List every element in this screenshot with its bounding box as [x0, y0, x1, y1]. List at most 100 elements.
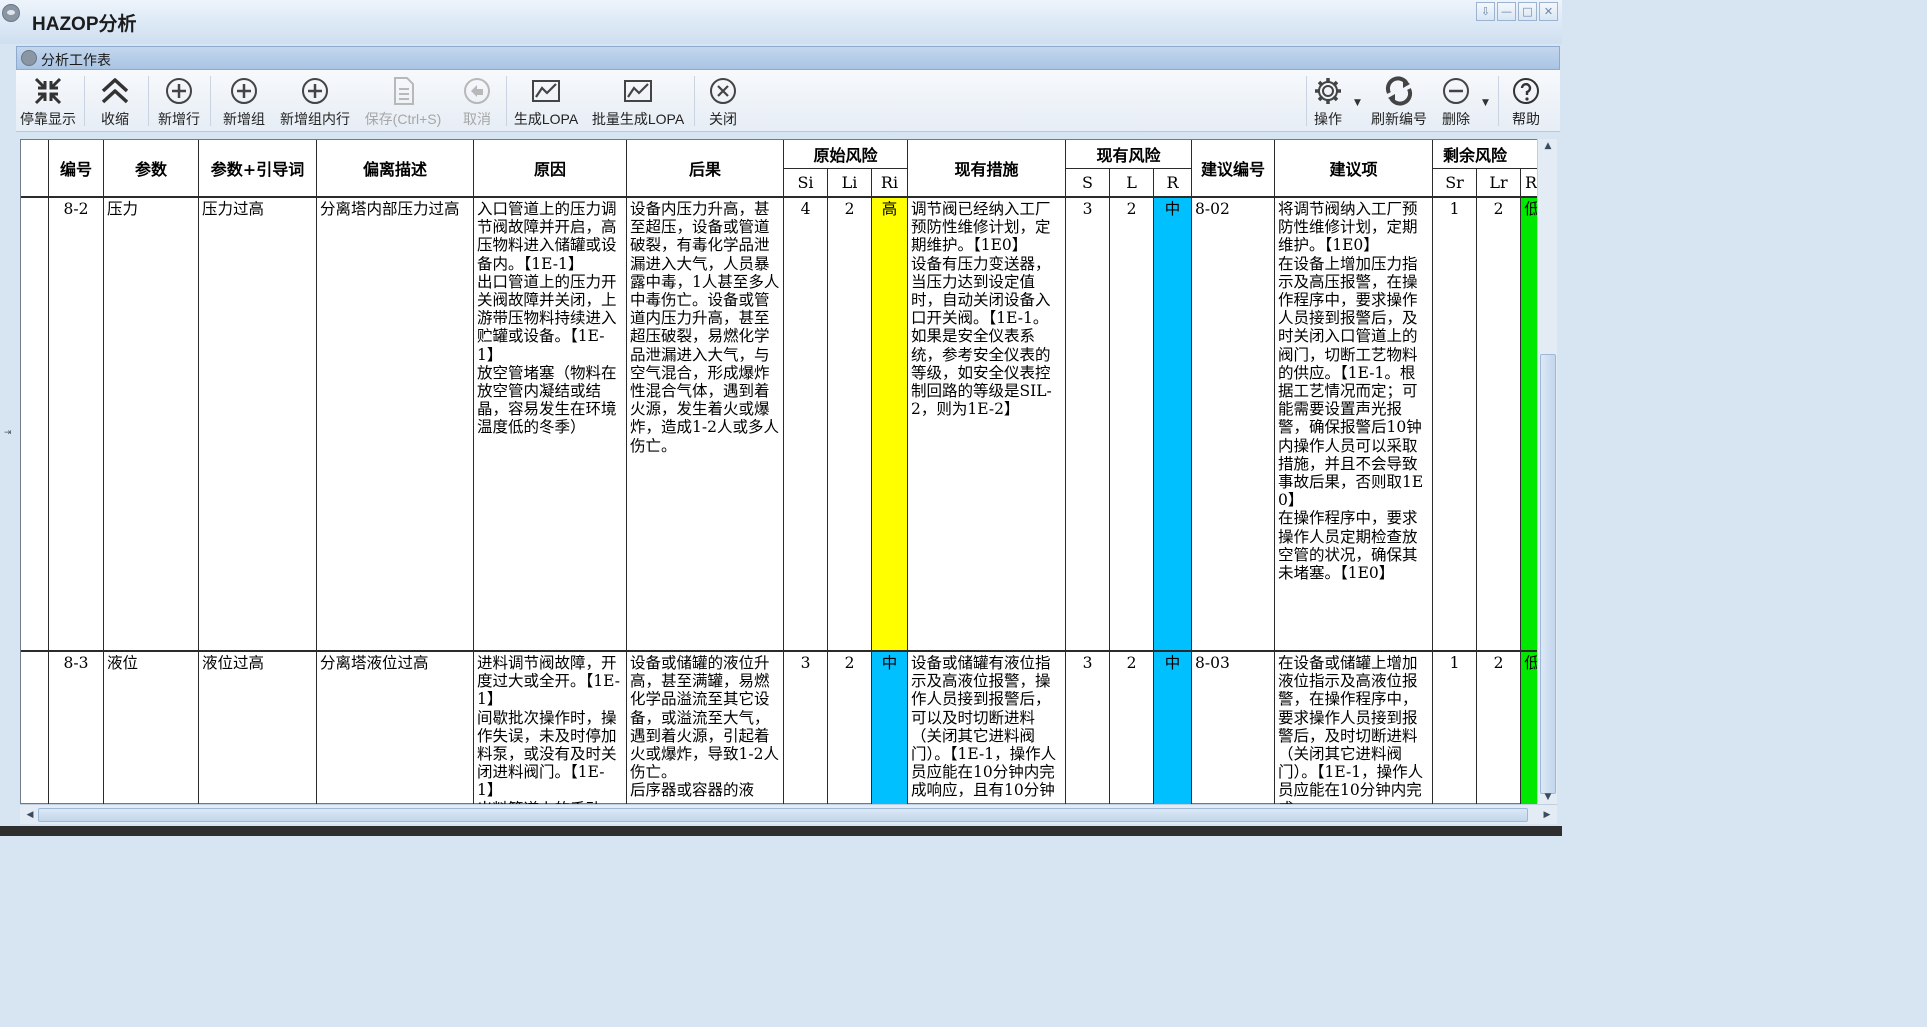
- cell-measures[interactable]: 设备或储罐有液位指示及高液位报警，操作人员接到报警后，可以及时切断进料（关闭其它…: [908, 652, 1065, 805]
- header-deviation[interactable]: 偏离描述: [317, 140, 473, 196]
- cell-consequence[interactable]: 设备或储罐的液位升高，甚至满罐，易燃化学品溢流至其它设备，或溢流至大气，遇到着火…: [627, 652, 783, 805]
- cell-cause[interactable]: 入口管道上的压力调节阀故障并开启，高压物料进入储罐或设备内。【1E-1】 出口管…: [474, 198, 626, 650]
- operate-button[interactable]: 操作: [1308, 70, 1348, 132]
- cell-param-guide[interactable]: 液位过高: [199, 652, 316, 805]
- cell-si[interactable]: 3: [784, 652, 827, 805]
- operate-dropdown-icon[interactable]: ▼: [1354, 98, 1361, 108]
- scroll-left-icon[interactable]: ◀: [22, 808, 38, 822]
- header-residual-risk[interactable]: 剩余风险: [1433, 140, 1543, 168]
- cell-s[interactable]: 3: [1066, 198, 1109, 650]
- cell-si[interactable]: 4: [784, 198, 827, 650]
- scroll-right-icon[interactable]: ▶: [1539, 808, 1555, 822]
- generate-lopa-button[interactable]: 生成LOPA: [510, 70, 582, 132]
- cell-deviation[interactable]: 分离塔液位过高: [317, 652, 473, 805]
- grid-line: [103, 140, 104, 805]
- grid-line: [1274, 140, 1275, 805]
- cell-deviation[interactable]: 分离塔内部压力过高: [317, 198, 473, 650]
- cell-ri[interactable]: 中: [872, 652, 907, 805]
- cell-lr[interactable]: 2: [1477, 652, 1520, 805]
- delete-button[interactable]: 删除: [1434, 70, 1478, 132]
- close-circle-icon: [710, 78, 736, 104]
- add-group-button[interactable]: 新增组: [216, 70, 272, 132]
- vertical-scroll-thumb[interactable]: [1540, 354, 1556, 794]
- grid-line: [1433, 168, 1543, 169]
- header-no[interactable]: 编号: [49, 140, 103, 196]
- renumber-button[interactable]: 刷新编号: [1366, 70, 1432, 132]
- cell-lr[interactable]: 2: [1477, 198, 1520, 650]
- chart-icon: [532, 80, 560, 102]
- horizontal-scrollbar[interactable]: ◀ ▶: [20, 804, 1557, 824]
- grid-line: [1191, 140, 1192, 805]
- cell-no[interactable]: 8-3: [49, 652, 103, 805]
- cell-param[interactable]: 压力: [104, 198, 198, 650]
- grid-line: [21, 650, 1543, 652]
- horizontal-scroll-thumb[interactable]: [38, 808, 1528, 822]
- header-si[interactable]: Si: [784, 169, 827, 196]
- cell-suggestion[interactable]: 将调节阀纳入工厂预防性维修计划，定期维护。【1E0】 在设备上增加压力指示及高压…: [1275, 198, 1432, 650]
- save-button[interactable]: 保存(Ctrl+S): [360, 70, 446, 132]
- add-group-row-button[interactable]: 新增组内行: [276, 70, 354, 132]
- scroll-up-icon[interactable]: ▲: [1540, 139, 1556, 153]
- header-consequence[interactable]: 后果: [627, 140, 783, 196]
- header-original-risk[interactable]: 原始风险: [784, 140, 907, 168]
- header-ri[interactable]: Ri: [872, 169, 907, 196]
- generate-lopa-label: 生成LOPA: [513, 111, 579, 127]
- batch-lopa-button[interactable]: 批量生成LOPA: [586, 70, 690, 132]
- header-s[interactable]: S: [1066, 169, 1109, 196]
- cell-r[interactable]: 中: [1154, 198, 1191, 650]
- scroll-down-icon[interactable]: ▼: [1540, 790, 1556, 804]
- cell-no[interactable]: 8-2: [49, 198, 103, 650]
- cell-suggestion-no[interactable]: 8-03: [1192, 652, 1274, 805]
- cell-measures[interactable]: 调节阀已经纳入工厂预防性维修计划，定期维护。【1E0】 设备有压力变送器，当压力…: [908, 198, 1065, 650]
- vertical-scrollbar[interactable]: ▲ ▼: [1537, 139, 1557, 804]
- cell-r[interactable]: 中: [1154, 652, 1191, 805]
- collapse-label: 收缩: [101, 111, 129, 127]
- cell-consequence[interactable]: 设备内压力升高，甚至超压，设备或管道破裂，有毒化学品泄漏进入大气，人员暴露中毒，…: [627, 198, 783, 650]
- cell-sr[interactable]: 1: [1433, 198, 1476, 650]
- header-param[interactable]: 参数: [104, 140, 198, 196]
- cell-suggestion-no[interactable]: 8-02: [1192, 198, 1274, 650]
- collapse-button[interactable]: 收缩: [86, 70, 144, 132]
- cell-suggestion[interactable]: 在设备或储罐上增加液位指示及高液位报警，在操作程序中，要求操作人员接到报警后，及…: [1275, 652, 1432, 805]
- cancel-button[interactable]: 取消: [452, 70, 502, 132]
- grid-line: [1432, 140, 1433, 805]
- header-measures[interactable]: 现有措施: [908, 140, 1065, 196]
- toolbar-separator: [1498, 76, 1499, 126]
- header-cause[interactable]: 原因: [474, 140, 626, 196]
- cell-cause[interactable]: 进料调节阀故障，开度过大或全开。【1E-1】 间歇批次操作时，操作失误，未及时停…: [474, 652, 626, 805]
- header-sr[interactable]: Sr: [1433, 169, 1476, 196]
- delete-dropdown-icon[interactable]: ▼: [1482, 98, 1489, 108]
- close-window-button[interactable]: ✕: [1539, 2, 1558, 21]
- cell-li[interactable]: 2: [828, 652, 871, 805]
- cell-l[interactable]: 2: [1110, 198, 1153, 650]
- help-button[interactable]: 帮助: [1504, 70, 1548, 132]
- dock-button[interactable]: 停靠显示: [16, 70, 80, 132]
- help-label: 帮助: [1512, 111, 1540, 127]
- header-param-guide[interactable]: 参数+引导词: [199, 140, 316, 196]
- cell-l[interactable]: 2: [1110, 652, 1153, 805]
- header-r[interactable]: R: [1154, 169, 1191, 196]
- header-li[interactable]: Li: [828, 169, 871, 196]
- pin-icon[interactable]: ⇩: [1476, 2, 1495, 21]
- toolbar-separator: [1306, 76, 1307, 126]
- minus-circle-icon: [1443, 78, 1469, 104]
- expand-side-panel-icon[interactable]: ⇥: [4, 428, 12, 438]
- header-lr[interactable]: Lr: [1477, 169, 1520, 196]
- grid-line: [1066, 168, 1191, 169]
- hazop-worksheet-table[interactable]: 编号 参数 参数+引导词 偏离描述 原因 后果 原始风险 Si Li Ri 现有…: [20, 139, 1557, 805]
- minimize-button[interactable]: —: [1497, 2, 1516, 21]
- header-l[interactable]: L: [1110, 169, 1153, 196]
- close-button[interactable]: 关闭: [698, 70, 748, 132]
- cell-s[interactable]: 3: [1066, 652, 1109, 805]
- add-row-button[interactable]: 新增行: [152, 70, 206, 132]
- toolbar-separator: [84, 76, 85, 126]
- cell-param[interactable]: 液位: [104, 652, 198, 805]
- cell-param-guide[interactable]: 压力过高: [199, 198, 316, 650]
- header-current-risk[interactable]: 现有风险: [1066, 140, 1191, 168]
- header-suggestion[interactable]: 建议项: [1275, 140, 1432, 196]
- header-suggestion-no[interactable]: 建议编号: [1192, 140, 1274, 196]
- maximize-button[interactable]: □: [1518, 2, 1537, 21]
- cell-sr[interactable]: 1: [1433, 652, 1476, 805]
- cell-li[interactable]: 2: [828, 198, 871, 650]
- cell-ri[interactable]: 高: [872, 198, 907, 650]
